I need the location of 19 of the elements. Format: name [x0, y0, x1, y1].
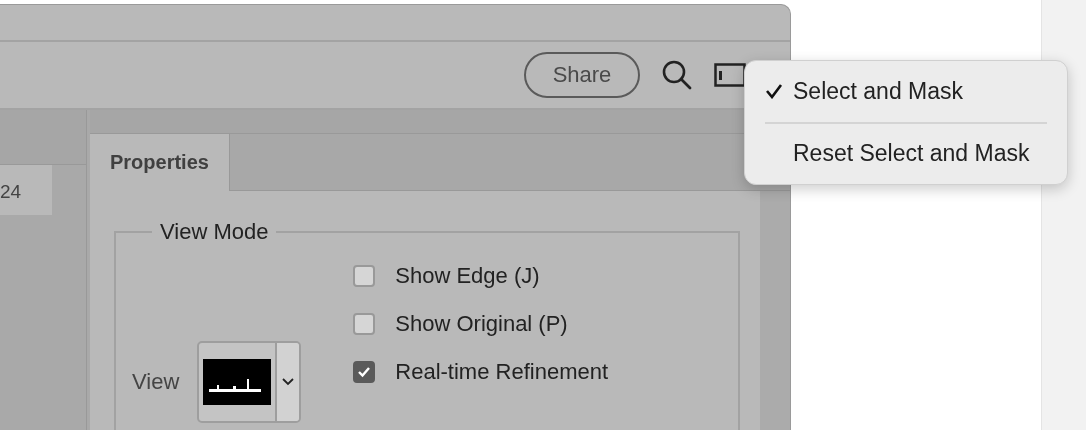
- view-dropdown[interactable]: [197, 341, 302, 423]
- mask-thumbnail-icon: [203, 359, 272, 405]
- menu-item[interactable]: Reset Select and Mask: [765, 133, 1047, 174]
- search-icon[interactable]: [662, 59, 692, 90]
- properties-tab[interactable]: Properties: [90, 134, 230, 191]
- check-icon: [357, 366, 372, 378]
- group-title: View Mode: [159, 219, 270, 245]
- ruler-label: 24: [0, 181, 22, 203]
- panel-icon[interactable]: [714, 62, 746, 87]
- chevron-down-icon: [282, 378, 295, 386]
- view-label: View: [132, 369, 180, 395]
- option-checkbox[interactable]: Show Original (P): [353, 311, 609, 337]
- checkbox[interactable]: [353, 265, 376, 287]
- checkbox[interactable]: [353, 361, 376, 383]
- option-checkbox[interactable]: Show Edge (J): [353, 263, 609, 289]
- option-checkbox[interactable]: Real-time Refinement: [353, 359, 609, 385]
- checkbox[interactable]: [353, 313, 376, 335]
- share-button[interactable]: Share: [524, 51, 640, 98]
- menu-item[interactable]: Select and Mask: [765, 71, 1047, 112]
